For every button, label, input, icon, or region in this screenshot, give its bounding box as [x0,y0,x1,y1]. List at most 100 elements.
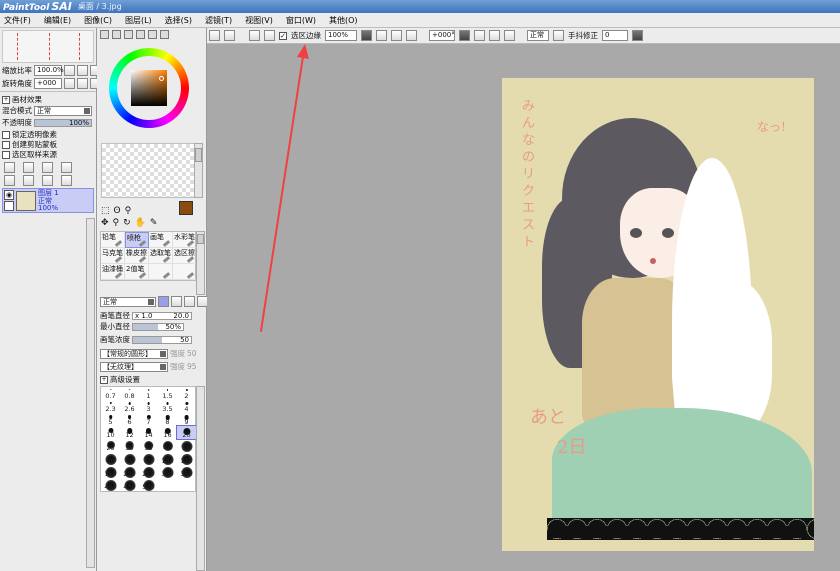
zoom-dropdown-icon[interactable] [361,30,372,41]
brush-size-option[interactable]: 400 [101,478,120,491]
brush-size-option[interactable]: 60 [101,452,120,465]
brush-size-option[interactable]: 5 [101,413,120,426]
brush-size-option[interactable]: 2 [177,387,196,400]
delete-layer-icon[interactable] [61,175,72,186]
brush-size-option[interactable]: 3.5 [158,400,177,413]
brush-bucket[interactable]: 油漆桶 [101,264,125,280]
nav-rotate-left-button[interactable] [64,78,75,89]
zoom-field[interactable]: 100% [325,30,357,41]
brush-size-option[interactable]: 16 [158,426,177,439]
clear-layer-icon[interactable] [42,175,53,186]
menu-select[interactable]: 选择(S) [165,15,192,26]
brush-size-option[interactable]: 2.6 [120,400,139,413]
brush-shape-select[interactable]: 【常规的圆形】 [100,348,168,359]
view-blend-field[interactable]: 正常 [527,30,549,41]
color-picker-marker[interactable] [159,76,164,81]
hand-icon[interactable]: ✋ [135,218,146,228]
brush-texture-select[interactable]: 【无纹理】 [100,361,168,372]
color-wheel-tab[interactable] [100,30,109,39]
brush-size-option[interactable]: 12 [120,426,139,439]
texture-expand-icon[interactable]: + [2,95,10,104]
transfer-down-icon[interactable] [4,175,15,186]
brush-brush[interactable]: 画笔 [149,232,173,248]
brush-size-option[interactable]: 20 [176,425,197,440]
swatch-scrollbar[interactable] [194,143,203,198]
brush-empty[interactable] [149,264,173,280]
new-layer-icon[interactable] [4,162,15,173]
visibility-eye-icon[interactable]: ◉ [4,190,14,200]
clipping-checkbox[interactable] [2,140,10,149]
menu-file[interactable]: 文件(F) [4,15,31,26]
brush-size-option[interactable]: 120 [177,452,196,465]
brush-eraser[interactable]: 橡皮擦 [125,248,149,264]
merge-down-icon[interactable] [23,175,34,186]
canvas-area[interactable]: みんなのリクエスト なっ! あと 2日 [207,43,840,571]
brush-size-option[interactable]: 250 [139,465,158,478]
rotation-field[interactable]: +000° [429,30,455,41]
menu-filter[interactable]: 滤镜(T) [205,15,232,26]
layer-scrollbar[interactable] [86,218,95,568]
move-icon[interactable]: ✥ [101,218,109,228]
nav-zoom-out-button[interactable] [64,65,75,76]
brush-size-option[interactable]: 500 [139,478,158,491]
brush-size-slider[interactable]: x 1.0 20.0 [132,311,192,320]
brush-size-option[interactable]: 0.8 [120,387,139,400]
stabilizer-field[interactable]: 0 [602,30,628,41]
brush-empty[interactable] [173,264,197,280]
brush-select-eraser[interactable]: 选区擦 [173,248,197,264]
undo-button[interactable] [209,30,220,41]
brush-size-option[interactable]: 14 [139,426,158,439]
nav-zoom-in-button[interactable] [77,65,88,76]
palette-tab[interactable] [148,30,157,39]
brush-size-option[interactable]: 300 [158,465,177,478]
min-size-slider[interactable]: 50% [132,322,184,331]
brush-size-option[interactable]: 30 [120,439,139,452]
brush-size-option[interactable]: 70 [120,452,139,465]
brush-size-option[interactable]: 40 [158,439,177,452]
brush-size-option[interactable]: 160 [101,465,120,478]
redo-button[interactable] [224,30,235,41]
brush-size-option[interactable]: 1.5 [158,387,177,400]
menu-edit[interactable]: 编辑(E) [44,15,71,26]
brush-size-option[interactable]: 35 [139,439,158,452]
brush-size-option[interactable]: 6 [120,413,139,426]
menu-canvas[interactable]: 图像(C) [84,15,112,26]
brush-size-option[interactable]: 200 [120,465,139,478]
density-slider[interactable]: 50 [132,335,192,344]
rotation-dropdown-icon[interactable] [459,30,470,41]
brush-size-option[interactable]: 100 [158,452,177,465]
brush-tip-medium-icon[interactable] [171,296,182,307]
hsv-slider-tab[interactable] [124,30,133,39]
rotate-left-button[interactable] [474,30,485,41]
magic-wand-icon[interactable]: ⚲ [125,206,132,216]
stabilizer-dropdown-icon[interactable] [632,30,643,41]
color-wheel[interactable] [101,42,197,138]
scrollbar-thumb[interactable] [195,148,202,162]
zoom-icon[interactable]: ⚲ [113,218,120,228]
brush-size-option[interactable]: 80 [139,452,158,465]
layer-mask-icon[interactable] [61,162,72,173]
brush-watercolor[interactable]: 水彩笔 [173,232,197,248]
brush-pencil[interactable]: 铅笔 [101,232,125,248]
brush-size-option[interactable]: 2.3 [101,400,120,413]
sample-source-checkbox[interactable] [2,150,10,159]
brush-size-option[interactable]: 9 [177,413,196,426]
blend-mode-select[interactable]: 正常 [34,105,92,116]
new-linework-icon[interactable] [42,162,53,173]
deselect-button[interactable] [249,30,260,41]
color-swatches[interactable] [101,143,197,198]
opacity-slider[interactable]: 100% [34,118,92,127]
nav-zoom-field[interactable]: 100.0% [34,65,64,76]
zoom-out-button[interactable] [376,30,387,41]
rotate-right-button[interactable] [489,30,500,41]
rgb-slider-tab[interactable] [112,30,121,39]
nav-rotate-field[interactable]: +000 [34,78,62,89]
advanced-expand-icon[interactable]: + [100,375,108,384]
brush-binary-pen[interactable]: 2值笔 [125,264,149,280]
size-scrollbar[interactable] [196,386,205,571]
scrollbar-thumb[interactable] [197,234,204,244]
navigator-preview[interactable] [2,30,94,63]
brush-size-option[interactable]: 3 [139,400,158,413]
lasso-icon[interactable]: ʘ [114,206,121,216]
brush-size-option[interactable]: 8 [158,413,177,426]
